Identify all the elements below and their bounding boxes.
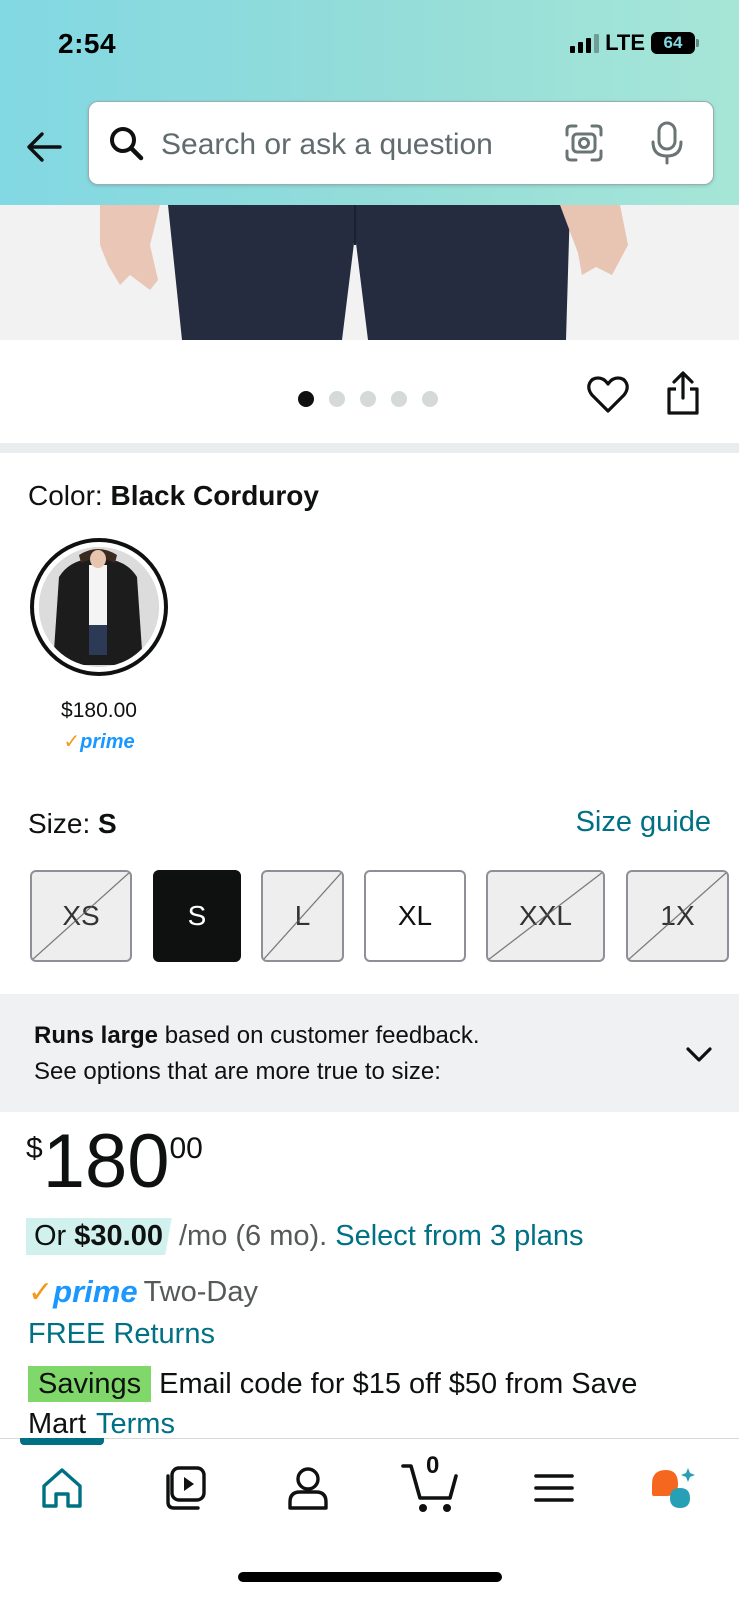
image-carousel-controls	[0, 340, 739, 440]
search-icon	[110, 127, 144, 161]
color-swatch-selected[interactable]	[30, 538, 168, 676]
home-indicator	[238, 1572, 502, 1582]
prime-check-icon: ✓	[28, 1275, 54, 1309]
color-label: Color: Black Corduroy	[28, 480, 319, 512]
active-tab-indicator	[20, 1438, 104, 1445]
status-indicators: LTE 64	[570, 30, 699, 56]
carousel-dot[interactable]	[391, 391, 407, 407]
installment-offer: Or $30.00 /mo (6 mo). Select from 3 plan…	[26, 1218, 583, 1255]
status-time: 2:54	[58, 28, 117, 59]
size-option-1x[interactable]: 1X	[626, 870, 729, 962]
microphone-icon[interactable]	[649, 120, 685, 166]
installment-highlight: Or $30.00	[26, 1218, 177, 1255]
carousel-dots	[298, 391, 438, 407]
free-returns-link[interactable]: FREE Returns	[28, 1318, 215, 1351]
rufus-assistant-icon[interactable]	[648, 1462, 700, 1514]
battery-icon: 64	[651, 32, 699, 54]
account-icon[interactable]	[282, 1462, 334, 1514]
video-icon[interactable]	[160, 1462, 212, 1514]
savings-terms-link[interactable]: Terms	[96, 1408, 175, 1440]
size-value: S	[98, 808, 117, 839]
color-label-prefix: Color:	[28, 480, 103, 511]
carousel-dot[interactable]	[422, 391, 438, 407]
price-fraction: 00	[169, 1132, 203, 1165]
fit-feedback-panel[interactable]	[0, 994, 739, 1112]
prime-check-icon: ✓	[63, 731, 81, 753]
carousel-dot[interactable]	[360, 391, 376, 407]
product-photo-illustration	[0, 205, 739, 340]
fit-feedback-subtext: See options that are more true to size:	[34, 1058, 441, 1085]
size-option-xxl[interactable]: XXL	[486, 870, 605, 962]
search-input[interactable]: Search or ask a question	[161, 128, 493, 162]
share-icon[interactable]	[664, 370, 702, 416]
size-option-l[interactable]: L	[261, 870, 344, 962]
price-whole: 180	[42, 1119, 170, 1204]
installment-amount: $30.00	[74, 1220, 163, 1252]
size-label-prefix: Size:	[28, 808, 91, 839]
fit-feedback-rest: based on customer feedback.	[158, 1022, 480, 1049]
cart-button[interactable]: 0	[400, 1452, 462, 1516]
select-plans-link[interactable]: Select from 3 plans	[335, 1220, 583, 1253]
cart-count: 0	[426, 1452, 440, 1479]
savings-offer: Savings Email code for $15 off $50 from S…	[28, 1364, 718, 1444]
home-icon[interactable]	[36, 1462, 88, 1514]
product-image[interactable]	[0, 205, 739, 340]
jacket-thumbnail-image	[39, 547, 157, 665]
swatch-thumbnail	[39, 547, 159, 667]
heart-icon[interactable]	[586, 374, 630, 416]
carousel-dot[interactable]	[298, 391, 314, 407]
size-option-xs[interactable]: XS	[30, 870, 132, 962]
chevron-down-icon[interactable]	[684, 1040, 714, 1070]
price-currency: $	[26, 1132, 43, 1165]
installment-prefix: Or	[34, 1220, 75, 1252]
network-type: LTE	[605, 30, 645, 55]
savings-badge: Savings	[28, 1366, 152, 1402]
size-option-s[interactable]: S	[153, 870, 241, 962]
swatch-price: $180.00	[61, 699, 137, 722]
back-arrow-icon[interactable]	[22, 125, 66, 169]
installment-term: /mo (6 mo).	[178, 1220, 328, 1252]
color-value: Black Corduroy	[110, 480, 319, 511]
swatch-prime-badge: ✓prime	[30, 729, 168, 754]
swatch-prime-text: prime	[80, 731, 135, 753]
section-divider	[0, 443, 739, 453]
camera-lens-icon[interactable]	[563, 122, 605, 164]
menu-icon[interactable]	[528, 1462, 580, 1514]
fit-feedback-text: Runs large based on customer feedback.	[34, 1022, 480, 1050]
search-bar[interactable]: Search or ask a question	[88, 101, 714, 185]
prime-logo: prime	[53, 1274, 138, 1309]
product-price: $ 180 00	[26, 1122, 203, 1202]
carousel-dot[interactable]	[329, 391, 345, 407]
signal-icon	[570, 33, 600, 53]
delivery-speed: Two-Day	[143, 1275, 258, 1308]
prime-delivery: ✓ prime Two-Day	[28, 1274, 258, 1310]
size-guide-link[interactable]: Size guide	[576, 806, 711, 839]
size-label: Size: S	[28, 808, 117, 840]
fit-feedback-bold: Runs large	[34, 1022, 159, 1049]
size-option-xl[interactable]: XL	[364, 870, 466, 962]
app-header: 2:54 LTE 64 Search or ask a question	[0, 0, 739, 205]
